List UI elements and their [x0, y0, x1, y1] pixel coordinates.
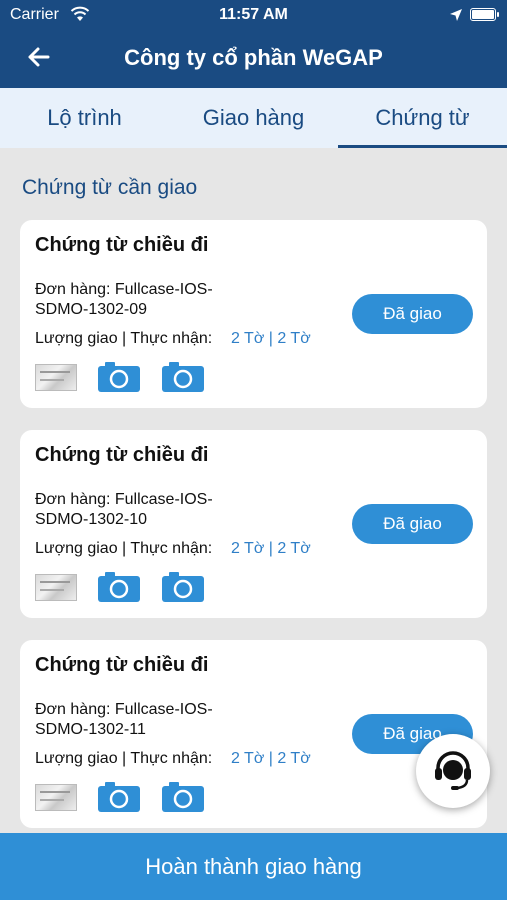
support-button[interactable] — [416, 734, 490, 808]
document-thumbnail[interactable] — [35, 574, 77, 601]
document-thumbnail[interactable] — [35, 784, 77, 811]
tab-delivery[interactable]: Giao hàng — [169, 88, 338, 148]
status-time: 11:57 AM — [219, 6, 288, 23]
battery-icon — [470, 8, 499, 21]
location-arrow-icon — [450, 9, 462, 21]
document-card: Chứng từ chiều đi Đơn hàng: Fullcase-IOS… — [20, 430, 487, 618]
document-thumbnail[interactable] — [35, 364, 77, 391]
delivered-button[interactable]: Đã giao — [352, 294, 473, 334]
order-code: Đơn hàng: Fullcase-IOS-SDMO-1302-09 — [35, 281, 213, 318]
quantity-label: Lượng giao | Thực nhận: — [35, 750, 213, 767]
camera-icon[interactable] — [97, 361, 141, 393]
camera-icon[interactable] — [161, 361, 205, 393]
document-card: Chứng từ chiều đi Đơn hàng: Fullcase-IOS… — [20, 220, 487, 408]
tab-documents[interactable]: Chứng từ — [338, 88, 507, 148]
order-code: Đơn hàng: Fullcase-IOS-SDMO-1302-10 — [35, 491, 213, 528]
tab-route[interactable]: Lộ trình — [0, 88, 169, 148]
camera-icon[interactable] — [161, 781, 205, 813]
document-card: Chứng từ chiều đi Đơn hàng: Fullcase-IOS… — [20, 640, 487, 828]
section-title: Chứng từ cần giao — [22, 176, 198, 199]
quantity-value: 2 Tờ | 2 Tờ — [231, 540, 311, 557]
order-code: Đơn hàng: Fullcase-IOS-SDMO-1302-11 — [35, 701, 213, 738]
status-bar: Carrier 11:57 AM — [0, 0, 507, 30]
page-title: Công ty cổ phần WeGAP — [124, 45, 383, 70]
camera-icon[interactable] — [161, 571, 205, 603]
quantity-label: Lượng giao | Thực nhận: — [35, 540, 213, 557]
complete-delivery-button[interactable]: Hoàn thành giao hàng — [0, 833, 507, 900]
delivered-button[interactable]: Đã giao — [352, 504, 473, 544]
tab-bar: Lộ trình Giao hàng Chứng từ — [0, 88, 507, 148]
quantity-value: 2 Tờ | 2 Tờ — [231, 330, 311, 347]
card-title: Chứng từ chiều đi — [35, 234, 209, 256]
card-title: Chứng từ chiều đi — [35, 444, 209, 466]
card-title: Chứng từ chiều đi — [35, 654, 209, 676]
quantity-label: Lượng giao | Thực nhận: — [35, 330, 213, 347]
camera-icon[interactable] — [97, 781, 141, 813]
camera-icon[interactable] — [97, 571, 141, 603]
headset-icon — [435, 751, 471, 790]
app-header: Carrier 11:57 AM Công ty cổ phần WeGAP — [0, 0, 507, 88]
quantity-value: 2 Tờ | 2 Tờ — [231, 750, 311, 767]
